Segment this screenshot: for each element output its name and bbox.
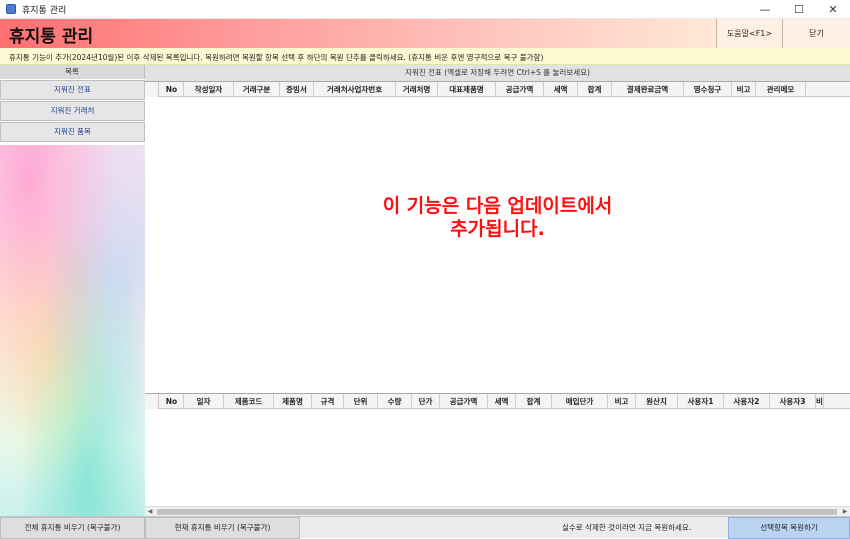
window-title: 휴지통 관리 [22,5,67,16]
top-grid-column-header[interactable]: 세액 [544,82,578,97]
top-grid-column-header[interactable]: 합계 [578,82,612,97]
top-grid-column-header[interactable]: 관리메모 [756,82,806,97]
window-controls: — ☐ ✕ [748,0,850,19]
close-button[interactable]: 닫기 [782,19,850,48]
bottom-grid-column-header[interactable]: 수량 [378,394,412,409]
empty-all-trash-button[interactable]: 전체 휴지통 비우기 (복구불가) [0,517,145,539]
bottom-grid-column-header[interactable]: 비고 [608,394,636,409]
top-grid-column-header[interactable]: 공급가액 [496,82,544,97]
bottom-grid-column-header[interactable]: 세액 [488,394,516,409]
empty-current-trash-button[interactable]: 현재 휴지통 비우기 (복구불가) [145,517,300,539]
top-grid-column-header[interactable]: 비고 [732,82,756,97]
help-button[interactable]: 도움말<F1> [716,19,782,48]
bottom-grid-column-header[interactable]: 사용자1 [678,394,724,409]
top-grid-column-header[interactable]: 영수청구 [684,82,732,97]
sidebar-header: 목록 [0,65,145,79]
horizontal-scrollbar[interactable]: ◀ ▶ [145,506,850,516]
window-titlebar: 휴지통 관리 — ☐ ✕ [0,0,850,19]
bottom-grid-column-header[interactable]: 단가 [412,394,440,409]
sidebar-item-deleted-slips[interactable]: 지워진 전표 [0,80,145,100]
bottom-grid-column-header[interactable]: 합계 [516,394,552,409]
scrollbar-thumb[interactable] [157,509,837,515]
page-title: 휴지통 관리 [9,27,94,47]
bottom-grid-header: No 일자 제품코드 제품명 규격 단위 수량 단가 공급가액 세액 합계 매입단가 비고 원산지 사용자1… [145,394,850,409]
row-header-corner [145,394,159,409]
top-grid-column-header[interactable]: 결제완료금액 [612,82,684,97]
top-grid-column-header[interactable]: 작성일자 [184,82,234,97]
sidebar-item-deleted-clients[interactable]: 지워진 거래처 [0,101,145,121]
top-grid-column-header[interactable]: 거래구분 [234,82,280,97]
bottom-grid-column-header[interactable]: 제품명 [274,394,312,409]
app-icon [6,4,16,14]
restore-selected-button[interactable]: 선택항목 복원하기 [728,517,850,539]
restore-hint-text: 실수로 삭제한 것이라면 지금 복원하세요. [562,523,692,532]
coming-soon-line1: 이 기능은 다음 업데이트에서 [382,195,613,217]
bottom-grid-column-header[interactable]: No [160,394,184,409]
main-panel-header: 지워진 전표 (엑셀로 저장해 두려면 Ctrl+S 를 눌러보세요) [145,65,850,81]
notice-bar: 휴지통 기능이 추가(2024년10월)된 이후 삭제된 목록입니다. 복원하려… [0,48,850,65]
bottom-grid-column-header[interactable]: 공급가액 [440,394,488,409]
top-grid-header: No 작성일자 거래구분 증빙서 거래처사업자번호 거래처명 대표제품명 공급가액 세액 합계 결제… [145,82,850,97]
top-grid-column-header[interactable]: 증빙서 [280,82,314,97]
bottom-grid-column-header[interactable]: 원산지 [636,394,678,409]
top-grid-column-header[interactable]: 거래처사업자번호 [314,82,396,97]
close-window-button[interactable]: ✕ [816,0,850,19]
header-banner: 휴지통 관리 도움말<F1> 닫기 [0,19,850,48]
bottom-grid-column-header[interactable]: 제품코드 [224,394,274,409]
bottom-grid-column-header[interactable]: 규격 [312,394,344,409]
bottom-grid-column-header[interactable]: 사용자3 [770,394,816,409]
bottom-data-grid[interactable]: No 일자 제품코드 제품명 규격 단위 수량 단가 공급가액 세액 합계 매입단가 비고 원산지 사용자1… [145,393,850,506]
bottom-grid-column-header[interactable]: 일자 [184,394,224,409]
sidebar-item-deleted-products[interactable]: 지워진 품목 [0,122,145,142]
row-header-corner [145,82,159,97]
top-grid-column-header[interactable]: No [160,82,184,97]
bottom-grid-column-header[interactable]: 매입단가 [552,394,608,409]
bottom-grid-column-header[interactable]: 사용자2 [724,394,770,409]
coming-soon-message: 이 기능은 다음 업데이트에서 추가됩니다. [145,195,850,241]
minimize-button[interactable]: — [748,0,782,19]
top-grid-column-header[interactable]: 거래처명 [396,82,438,97]
footer-bar: 전체 휴지통 비우기 (복구불가) 현재 휴지통 비우기 (복구불가) 실수로 … [0,516,850,539]
maximize-button[interactable]: ☐ [782,0,816,19]
bottom-grid-column-header[interactable]: 단위 [344,394,378,409]
sidebar-decoration [0,145,145,516]
bottom-grid-column-header[interactable]: 비 [816,394,824,409]
coming-soon-line2: 추가됩니다. [450,218,545,240]
top-grid-column-header[interactable]: 대표제품명 [438,82,496,97]
